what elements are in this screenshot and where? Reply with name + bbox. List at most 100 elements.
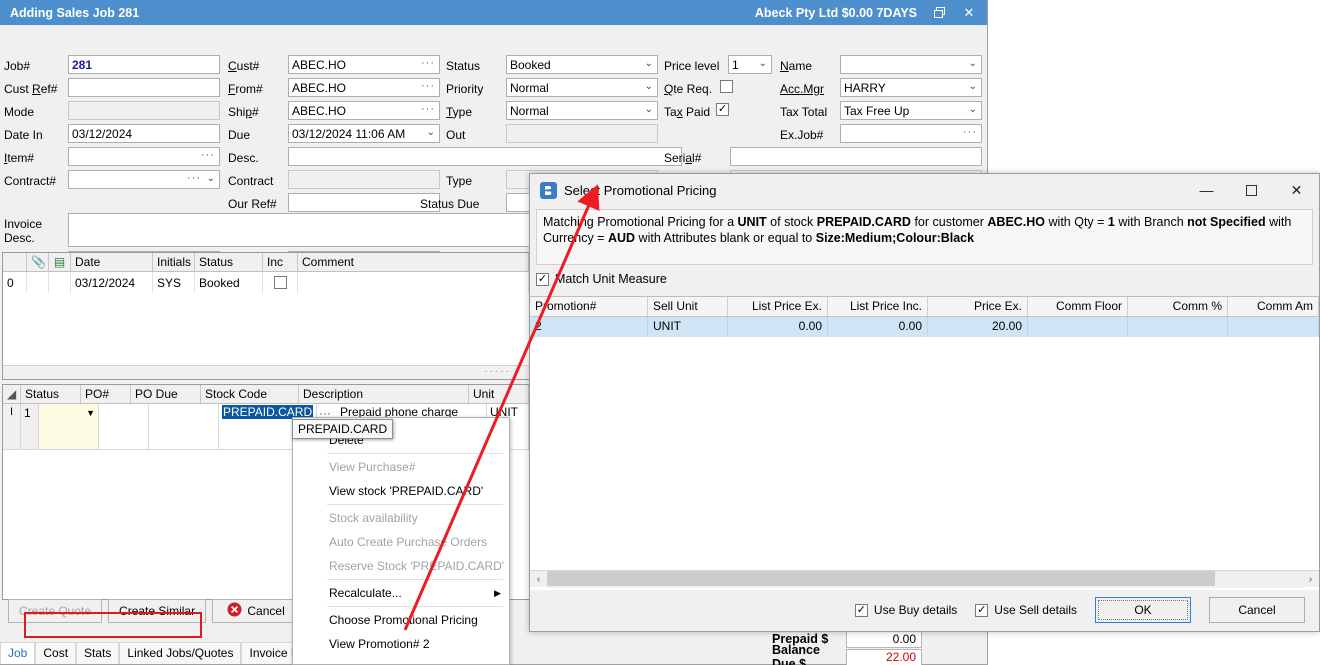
table-row[interactable]: 2 UNIT 0.00 0.00 20.00 <box>530 317 1319 337</box>
ellipsis-icon[interactable]: ··· <box>421 103 435 115</box>
tab-linked-jobs-quotes[interactable]: Linked Jobs/Quotes <box>119 642 242 664</box>
ellipsis-icon[interactable]: ··· <box>421 80 435 92</box>
chevron-left-icon[interactable]: ‹ <box>530 571 547 588</box>
promo-grid-hscrollbar[interactable]: ‹ › <box>530 570 1319 588</box>
promo-col-comm-pct[interactable]: Comm % <box>1128 297 1228 316</box>
comment-row-inc[interactable] <box>263 272 298 293</box>
promo-col-comm-floor[interactable]: Comm Floor <box>1028 297 1128 316</box>
tax-paid-checkbox[interactable]: ✓ <box>716 103 729 116</box>
use-buy-details-row[interactable]: ✓ Use Buy details <box>854 603 957 617</box>
our-ref-field[interactable] <box>288 193 440 212</box>
promo-col-price-ex[interactable]: Price Ex. <box>928 297 1028 316</box>
name-field[interactable]: ⌄ <box>840 55 982 74</box>
contract-no-field[interactable]: ··· ⌄ <box>68 170 220 189</box>
date-in-field[interactable]: 03/12/2024 <box>68 124 220 143</box>
item-no-field[interactable]: ··· <box>68 147 220 166</box>
comment-col-status: Status <box>195 253 263 271</box>
comment-row-note[interactable] <box>49 272 71 293</box>
promo-col-list-price-ex[interactable]: List Price Ex. <box>728 297 828 316</box>
close-icon[interactable]: ✕ <box>1274 174 1319 206</box>
tab-cost[interactable]: Cost <box>35 642 77 664</box>
cust-no-field[interactable]: ABEC.HO ··· <box>288 55 440 74</box>
menu-item-view-promotion[interactable]: View Promotion# 2 <box>293 632 509 656</box>
maximize-icon[interactable] <box>1229 174 1274 206</box>
use-buy-details-checkbox[interactable]: ✓ <box>854 603 868 617</box>
ellipsis-icon[interactable]: ··· <box>187 172 201 184</box>
line-col-description: Description <box>299 385 469 403</box>
chevron-down-icon[interactable]: ⌄ <box>427 127 435 138</box>
cancel-button-label: Cancel <box>247 604 285 618</box>
desc-label: Desc. <box>228 151 259 165</box>
chevron-down-icon[interactable]: ⌄ <box>969 58 977 69</box>
comment-row-attach[interactable] <box>27 272 49 293</box>
promo-row-comm-pct <box>1128 317 1228 337</box>
promotional-pricing-grid[interactable]: Promotion# Sell Unit List Price Ex. List… <box>530 296 1319 590</box>
cancel-button[interactable]: Cancel <box>212 599 301 623</box>
comment-row-num: 0 <box>3 272 27 293</box>
ellipsis-icon[interactable]: ··· <box>201 149 215 161</box>
comment-grid-resize-handle[interactable]: ····· <box>3 365 529 379</box>
acc-mgr-field[interactable]: HARRY ⌄ <box>840 78 982 97</box>
inc-checkbox[interactable] <box>273 276 287 289</box>
chevron-down-icon[interactable]: ⌄ <box>645 58 653 69</box>
acc-mgr-label: Acc.Mgr <box>780 82 825 96</box>
chevron-right-icon[interactable]: › <box>1302 571 1319 588</box>
tab-stats[interactable]: Stats <box>76 642 120 664</box>
job-no-field[interactable]: 281 <box>68 55 220 74</box>
hscroll-thumb[interactable] <box>547 570 1215 586</box>
menu-item-view-stock[interactable]: View stock 'PREPAID.CARD' <box>293 479 509 503</box>
promo-col-promotion-no[interactable]: Promotion# <box>530 297 648 316</box>
hscroll-track[interactable] <box>547 570 1302 588</box>
table-row[interactable]: 0 03/12/2024 SYS Booked <box>3 272 529 293</box>
promo-row-comm-floor <box>1028 317 1128 337</box>
ship-no-field[interactable]: ABEC.HO ··· <box>288 101 440 120</box>
due-field[interactable]: 03/12/2024 11:06 AM ⌄ <box>288 124 440 143</box>
chevron-down-icon[interactable]: ⌄ <box>969 104 977 115</box>
chevron-down-icon[interactable]: ⌄ <box>207 173 215 184</box>
select-promotional-pricing-dialog: Select Promotional Pricing — ✕ Matching … <box>529 173 1320 632</box>
comment-grid[interactable]: 📎 ▤ Date Initials Status Inc Comment 0 0… <box>2 252 530 380</box>
chevron-down-icon[interactable]: ⌄ <box>645 81 653 92</box>
price-level-field[interactable]: 1 ⌄ <box>728 55 772 74</box>
line-row-num: 1 <box>21 404 39 450</box>
menu-item-choose-promotional-pricing[interactable]: Choose Promotional Pricing <box>293 608 509 632</box>
match-unit-measure-row[interactable]: ✓ Match Unit Measure <box>536 272 667 286</box>
use-sell-details-checkbox[interactable]: ✓ <box>975 603 989 617</box>
line-row-podue[interactable] <box>149 404 219 450</box>
status-field[interactable]: Booked ⌄ <box>506 55 658 74</box>
type-field[interactable]: Normal ⌄ <box>506 101 658 120</box>
due-value: 03/12/2024 11:06 AM <box>292 126 406 141</box>
promo-col-comm-amt[interactable]: Comm Am <box>1228 297 1319 316</box>
priority-field[interactable]: Normal ⌄ <box>506 78 658 97</box>
chevron-down-icon[interactable]: ⌄ <box>645 104 653 115</box>
tax-paid-label: Tax Paid <box>664 105 711 119</box>
promo-col-list-price-inc[interactable]: List Price Inc. <box>828 297 928 316</box>
restore-icon[interactable] <box>925 2 953 23</box>
ellipsis-icon[interactable]: ··· <box>421 57 435 69</box>
serial-field[interactable] <box>730 147 982 166</box>
promo-col-sell-unit[interactable]: Sell Unit <box>648 297 728 316</box>
ok-button[interactable]: OK <box>1095 597 1191 623</box>
chevron-down-icon[interactable]: ⌄ <box>759 58 767 69</box>
close-icon[interactable]: ✕ <box>955 2 983 23</box>
attachment-icon: 📎 <box>27 253 49 271</box>
from-no-field[interactable]: ABEC.HO ··· <box>288 78 440 97</box>
dialog-cancel-button[interactable]: Cancel <box>1209 597 1305 623</box>
minimize-icon[interactable]: — <box>1184 174 1229 206</box>
desc-field[interactable] <box>288 147 682 166</box>
chevron-down-icon[interactable]: ▼ <box>86 408 95 418</box>
ellipsis-icon[interactable]: ··· <box>963 126 977 138</box>
use-sell-details-row[interactable]: ✓ Use Sell details <box>975 603 1077 617</box>
tax-total-field[interactable]: Tax Free Up ⌄ <box>840 101 982 120</box>
menu-item-recalculate[interactable]: Recalculate... ▶ <box>293 581 509 605</box>
chevron-down-icon[interactable]: ⌄ <box>969 81 977 92</box>
cust-ref-field[interactable] <box>68 78 220 97</box>
line-row-po[interactable] <box>99 404 149 450</box>
qte-req-checkbox[interactable] <box>720 80 733 93</box>
ex-job-field[interactable]: ··· <box>840 124 982 143</box>
tab-job[interactable]: Job <box>0 642 36 664</box>
row-selector-icon: ◢ <box>3 385 21 403</box>
stock-line-context-menu[interactable]: Delete View Purchase# View stock 'PREPAI… <box>292 417 510 665</box>
line-row-status[interactable]: ▼ <box>39 404 99 450</box>
match-unit-measure-checkbox[interactable]: ✓ <box>536 272 549 286</box>
